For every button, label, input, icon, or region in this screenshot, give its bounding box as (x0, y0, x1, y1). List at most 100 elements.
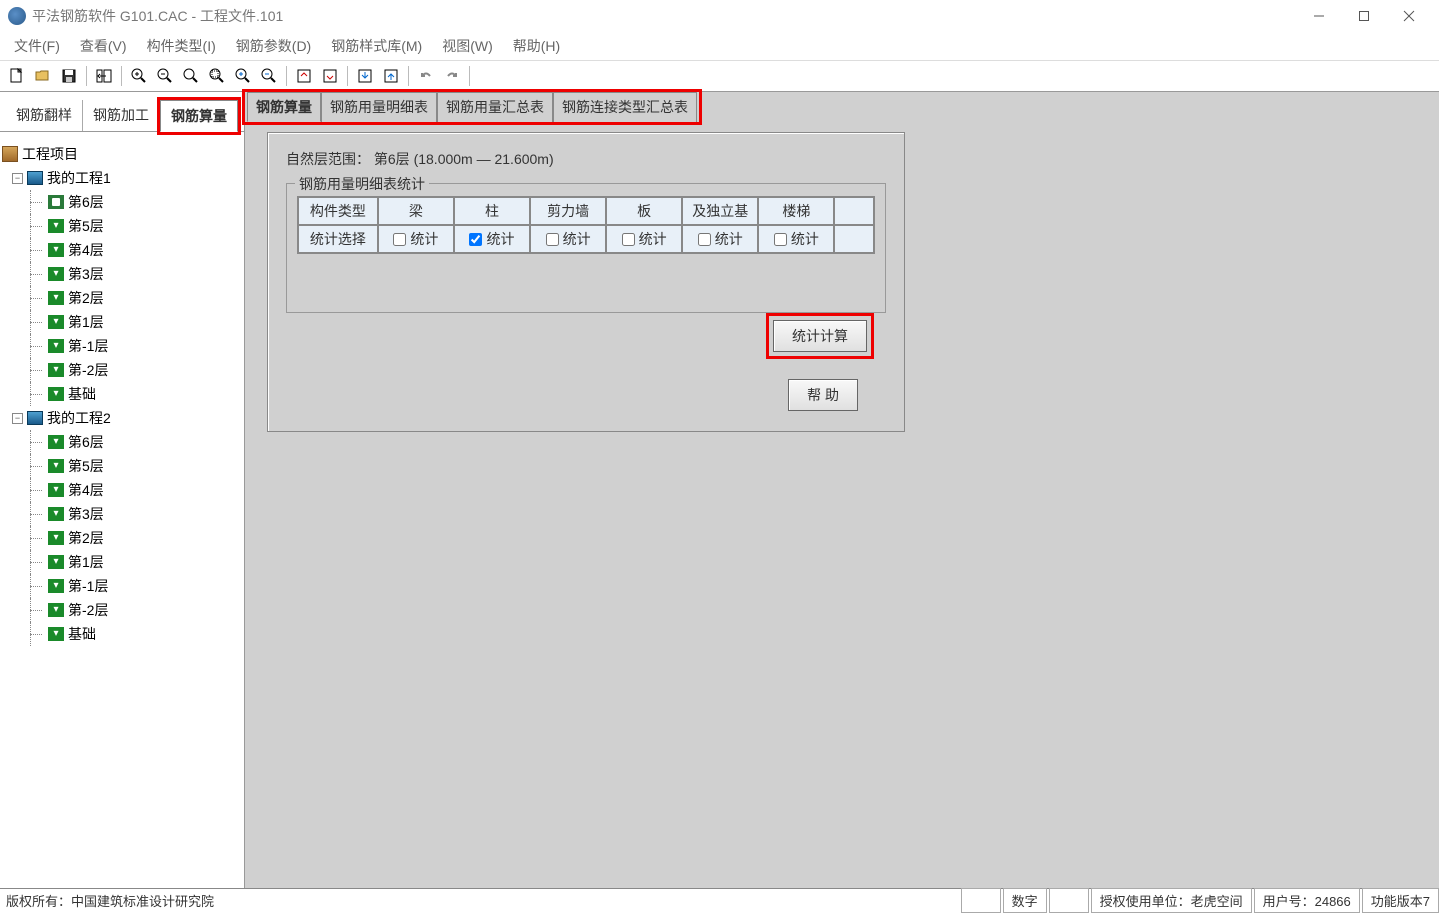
range-label: 自然层范围： (286, 151, 370, 167)
stat-checkbox-label: 统计 (791, 229, 819, 249)
stat-checkbox[interactable] (774, 233, 787, 246)
stat-checkbox[interactable] (698, 233, 711, 246)
tab-calc-qty[interactable]: 钢筋算量 (247, 92, 321, 122)
tree-floor[interactable]: 第2层 (12, 286, 242, 310)
right-tabs: 钢筋算量 钢筋用量明细表 钢筋用量汇总表 钢筋连接类型汇总表 (245, 92, 699, 122)
stat-checkbox[interactable] (546, 233, 559, 246)
help-button[interactable]: 帮 助 (788, 379, 858, 411)
menu-view[interactable]: 查看(V) (70, 36, 137, 56)
tree-floor[interactable]: 第1层 (12, 550, 242, 574)
right-panel: 钢筋算量 钢筋用量明细表 钢筋用量汇总表 钢筋连接类型汇总表 自然层范围： 第6… (245, 92, 1439, 888)
panel-icon[interactable] (92, 64, 116, 88)
tree-floor[interactable]: 第3层 (12, 262, 242, 286)
menu-rebar-style[interactable]: 钢筋样式库(M) (321, 36, 432, 56)
zoom-in-icon[interactable] (127, 64, 151, 88)
calc-button-highlight: 统计计算 (766, 313, 874, 359)
export-icon[interactable] (379, 64, 403, 88)
tab-rebar-sample[interactable]: 钢筋翻样 (6, 100, 83, 131)
menu-rebar-param[interactable]: 钢筋参数(D) (226, 36, 321, 56)
menu-component[interactable]: 构件类型(I) (137, 36, 226, 56)
zoom-out-icon[interactable] (153, 64, 177, 88)
tree-floor[interactable]: 第2层 (12, 526, 242, 550)
new-icon[interactable] (5, 64, 29, 88)
tree-floor[interactable]: 第5层 (12, 454, 242, 478)
exec-b-icon[interactable] (318, 64, 342, 88)
project-icon (27, 411, 43, 425)
floor-icon (48, 483, 64, 497)
collapse-icon[interactable]: − (12, 173, 23, 184)
stat-checkbox-cell[interactable]: 统计 (378, 225, 454, 253)
floor-icon (48, 531, 64, 545)
project-tree[interactable]: 工程项目 − 我的工程1 第6层第5层第4层第3层第2层第1层第-1层第-2层基… (0, 132, 244, 888)
redo-icon[interactable] (440, 64, 464, 88)
undo-icon[interactable] (414, 64, 438, 88)
floor-label: 第4层 (68, 240, 104, 260)
stat-checkbox-cell[interactable]: 统计 (530, 225, 606, 253)
tree-floor[interactable]: 第1层 (12, 310, 242, 334)
tree-root[interactable]: 工程项目 (2, 142, 242, 166)
exec-a-icon[interactable] (292, 64, 316, 88)
close-button[interactable] (1386, 1, 1431, 31)
tree-floor[interactable]: 基础 (12, 382, 242, 406)
tree-floor[interactable]: 第6层 (12, 190, 242, 214)
col-footing: 及独立基 (682, 197, 758, 225)
floor-icon (48, 579, 64, 593)
zoom-window-icon[interactable] (205, 64, 229, 88)
tree-floor[interactable]: 第-2层 (12, 598, 242, 622)
stat-checkbox[interactable] (622, 233, 635, 246)
tree-floor[interactable]: 第3层 (12, 502, 242, 526)
tree-floor[interactable]: 第-2层 (12, 358, 242, 382)
floor-label: 第5层 (68, 216, 104, 236)
stat-checkbox-cell[interactable]: 统计 (606, 225, 682, 253)
tree-floor[interactable]: 第5层 (12, 214, 242, 238)
groupbox-title: 钢筋用量明细表统计 (295, 174, 429, 194)
col-shearwall: 剪力墙 (530, 197, 606, 225)
floor-label: 第1层 (68, 552, 104, 572)
tab-connection-sheet[interactable]: 钢筋连接类型汇总表 (553, 92, 697, 122)
tab-summary-sheet[interactable]: 钢筋用量汇总表 (437, 92, 553, 122)
collapse-icon[interactable]: − (12, 413, 23, 424)
stat-checkbox-cell[interactable]: 统计 (758, 225, 834, 253)
stat-checkbox-label: 统计 (410, 229, 438, 249)
title-bar: 平法钢筋软件 G101.CAC - 工程文件.101 (0, 0, 1439, 32)
tree-project-1-head[interactable]: − 我的工程1 (12, 166, 242, 190)
tab-detail-sheet[interactable]: 钢筋用量明细表 (321, 92, 437, 122)
status-copyright: 版权所有：中国建筑标准设计研究院 (0, 891, 220, 910)
status-blank (1049, 888, 1089, 913)
save-icon[interactable] (57, 64, 81, 88)
range-value: 第6层 (18.000m — 21.600m) (374, 151, 554, 167)
col-spacer (834, 225, 874, 253)
floor-label: 第3层 (68, 264, 104, 284)
tree-project-2-head[interactable]: − 我的工程2 (12, 406, 242, 430)
tree-floor[interactable]: 第4层 (12, 238, 242, 262)
zoom-fit-icon[interactable] (179, 64, 203, 88)
menu-window[interactable]: 视图(W) (432, 36, 503, 56)
tab-rebar-calc[interactable]: 钢筋算量 (160, 100, 238, 132)
stat-checkbox-cell[interactable]: 统计 (682, 225, 758, 253)
menu-file[interactable]: 文件(F) (4, 36, 70, 56)
menu-help[interactable]: 帮助(H) (503, 36, 570, 56)
floor-icon (48, 339, 64, 353)
floor-icon (48, 291, 64, 305)
tab-rebar-process[interactable]: 钢筋加工 (83, 100, 160, 131)
stat-checkbox-cell[interactable]: 统计 (454, 225, 530, 253)
tree-floor[interactable]: 第-1层 (12, 334, 242, 358)
tree-floor[interactable]: 第6层 (12, 430, 242, 454)
import-icon[interactable] (353, 64, 377, 88)
stat-checkbox[interactable] (469, 233, 482, 246)
status-user: 用户号：24866 (1254, 888, 1360, 913)
minimize-button[interactable] (1296, 1, 1341, 31)
calc-button[interactable]: 统计计算 (773, 320, 867, 352)
stat-table: 构件类型 梁 柱 剪力墙 板 及独立基 楼梯 统计选择 统计统计统计统计统计统计 (297, 196, 875, 254)
left-panel: 钢筋翻样 钢筋加工 钢筋算量 工程项目 − 我的工程1 第6层第5层第4层第3层… (0, 92, 245, 888)
tree-floor[interactable]: 基础 (12, 622, 242, 646)
floor-icon (48, 603, 64, 617)
zoom-all-icon[interactable] (231, 64, 255, 88)
tree-floor[interactable]: 第-1层 (12, 574, 242, 598)
zoom-prev-icon[interactable] (257, 64, 281, 88)
stat-checkbox[interactable] (393, 233, 406, 246)
tree-floor[interactable]: 第4层 (12, 478, 242, 502)
open-icon[interactable] (31, 64, 55, 88)
status-version: 功能版本7 (1362, 888, 1439, 913)
maximize-button[interactable] (1341, 1, 1386, 31)
